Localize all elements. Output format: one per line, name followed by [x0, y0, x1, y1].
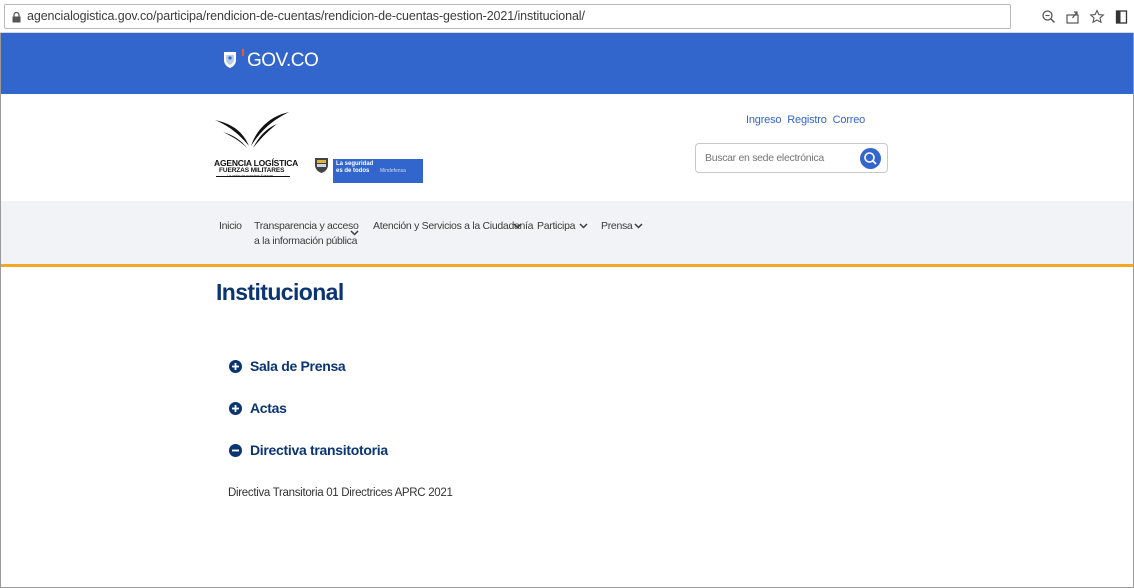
agencia-logistica-logo-icon[interactable] — [213, 110, 291, 152]
nav-transparencia-line2: a la información pública — [254, 235, 358, 247]
url-text: agencialogistica.gov.co/participa/rendic… — [27, 9, 585, 23]
site-header: AGENCIA LOGÍSTICA FUERZAS MILITARES La u… — [1, 94, 1133, 201]
logo-tagline: La unión de nuestras Fuerzas — [227, 174, 274, 178]
document-link[interactable]: Directiva Transitoria 01 Directrices APR… — [228, 487, 453, 499]
link-ingreso[interactable]: Ingreso — [746, 114, 781, 126]
govco-logo-link[interactable]: GOV.CO — [247, 50, 319, 72]
nav-inicio[interactable]: Inicio — [219, 219, 242, 234]
bookmark-star-icon[interactable] — [1088, 8, 1106, 26]
main-navigation: Inicio Transparencia y acceso a la infor… — [1, 201, 1133, 267]
colombia-shield-icon — [224, 52, 236, 68]
page-title: Institucional — [216, 279, 344, 305]
share-icon[interactable] — [1064, 8, 1082, 26]
chevron-down-icon[interactable] — [513, 223, 522, 229]
plus-circle-icon — [229, 360, 242, 373]
accordion-label: Sala de Prensa — [250, 358, 346, 374]
link-registro[interactable]: Registro — [787, 114, 827, 126]
nav-atencion[interactable]: Atención y Servicios a la Ciudadanía — [373, 219, 534, 234]
chevron-down-icon[interactable] — [579, 223, 588, 229]
logo-subtitle: FUERZAS MILITARES — [219, 167, 285, 174]
mindefensa-slogan: La seguridad es de todos — [336, 161, 374, 174]
govco-accent — [242, 49, 244, 56]
chevron-down-icon[interactable] — [634, 223, 643, 229]
search-input[interactable] — [705, 152, 855, 164]
plus-circle-icon — [229, 402, 242, 415]
header-links: Ingreso Registro Correo — [746, 114, 871, 126]
mindefensa-label: Mindefensa — [380, 168, 406, 174]
search-box — [695, 143, 888, 173]
search-button[interactable] — [860, 148, 881, 169]
lock-icon — [12, 12, 21, 23]
chevron-down-icon[interactable] — [350, 230, 359, 236]
nav-transparencia-line1: Transparencia y acceso — [254, 220, 359, 232]
nav-participa[interactable]: Participa — [537, 219, 575, 234]
nav-prensa[interactable]: Prensa — [601, 219, 633, 234]
minus-circle-icon — [229, 444, 242, 457]
accordion-label: Actas — [250, 400, 287, 416]
colombia-coat-of-arms-icon — [315, 158, 328, 173]
accordion-label: Directiva transitotoria — [250, 442, 388, 458]
zoom-icon[interactable] — [1040, 8, 1058, 26]
sidebar-icon[interactable] — [1113, 8, 1131, 26]
govco-bar: GOV.CO — [1, 33, 1133, 94]
link-correo[interactable]: Correo — [833, 114, 866, 126]
search-icon — [864, 152, 877, 165]
browser-address-bar: agencialogistica.gov.co/participa/rendic… — [0, 0, 1134, 33]
nav-transparencia[interactable]: Transparencia y acceso a la información … — [254, 219, 359, 249]
url-field[interactable]: agencialogistica.gov.co/participa/rendic… — [4, 4, 1011, 29]
